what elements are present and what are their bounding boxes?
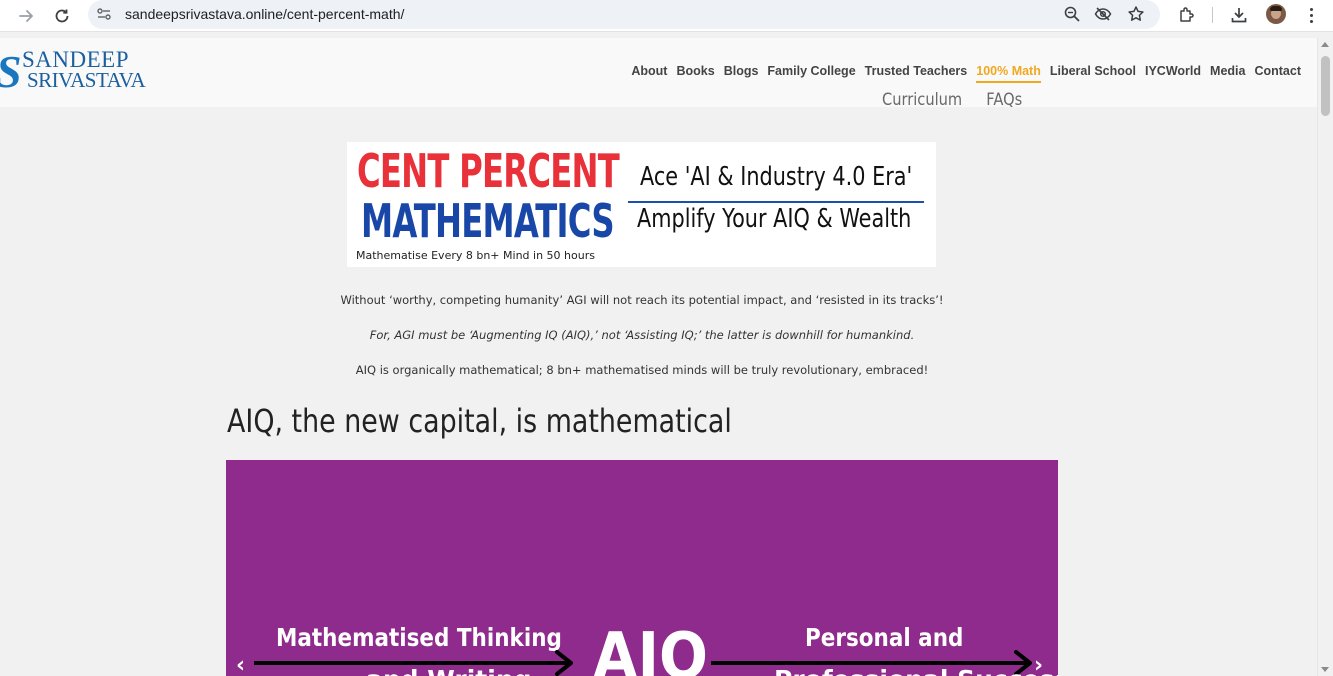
download-icon[interactable] xyxy=(1229,5,1249,25)
banner-title-line-1: CENT PERCENT xyxy=(357,144,620,198)
sub-nav: Curriculum FAQs xyxy=(882,90,1022,110)
banner-right-line-1: Ace 'AI & Industry 4.0 Era' xyxy=(640,162,913,192)
nav-books[interactable]: Books xyxy=(676,64,714,83)
nav-iycworld[interactable]: IYCWorld xyxy=(1145,64,1201,83)
aiq-slider: Mathematised Thinking and Writing AIQ Pe… xyxy=(226,460,1058,676)
slider-left-arrow-icon xyxy=(254,650,573,676)
nav-100-math[interactable]: 100% Math xyxy=(976,64,1041,83)
reload-icon[interactable] xyxy=(51,5,73,27)
nav-about[interactable]: About xyxy=(631,64,667,83)
page-scrollbar[interactable] xyxy=(1317,38,1333,676)
hero-banner: CENT PERCENT MATHEMATICS Mathematise Eve… xyxy=(347,142,936,267)
intro-paragraph-1: Without ‘worthy, competing humanity’ AGI… xyxy=(340,293,944,307)
slider-center-label: AIQ xyxy=(593,620,708,676)
intro-paragraph-2: For, AGI must be ‘Augmenting IQ (AIQ),’ … xyxy=(369,328,915,342)
intro-paragraph-3: AIQ is organically mathematical; 8 bn+ m… xyxy=(355,363,929,377)
slider-prev-icon[interactable]: ‹ xyxy=(236,655,245,676)
nav-liberal-school[interactable]: Liberal School xyxy=(1050,64,1136,83)
scroll-down-icon[interactable] xyxy=(1321,667,1329,672)
nav-trusted-teachers[interactable]: Trusted Teachers xyxy=(865,64,968,83)
nav-blogs[interactable]: Blogs xyxy=(724,64,759,83)
slider-left-label: Mathematised Thinking xyxy=(276,623,562,652)
scroll-thumb[interactable] xyxy=(1321,56,1330,116)
banner-tagline: Mathematise Every 8 bn+ Mind in 50 hours xyxy=(356,249,595,262)
url-text[interactable]: sandeepsrivastava.online/cent-percent-ma… xyxy=(125,6,404,22)
section-heading: AIQ, the new capital, is mathematical xyxy=(227,402,732,440)
browser-toolbar: sandeepsrivastava.online/cent-percent-ma… xyxy=(0,0,1333,32)
banner-divider xyxy=(628,201,924,203)
nav-contact[interactable]: Contact xyxy=(1254,64,1301,83)
profile-avatar[interactable] xyxy=(1266,4,1286,24)
zoom-icon[interactable] xyxy=(1063,5,1081,23)
toolbar-separator xyxy=(1212,7,1213,23)
slider-right-label-2: Professional Success xyxy=(774,665,1058,676)
banner-title-line-2: MATHEMATICS xyxy=(361,194,615,248)
avatar-hair xyxy=(1270,6,1282,11)
address-bar[interactable]: sandeepsrivastava.online/cent-percent-ma… xyxy=(88,0,1160,29)
nav-family-college[interactable]: Family College xyxy=(767,64,855,83)
subnav-faqs[interactable]: FAQs xyxy=(986,90,1022,110)
eye-off-icon[interactable] xyxy=(1094,5,1112,23)
main-nav: About Books Blogs Family College Trusted… xyxy=(631,64,1301,83)
extensions-icon[interactable] xyxy=(1177,5,1197,25)
logo-s-mark-icon: S xyxy=(0,49,22,95)
site-info-icon[interactable] xyxy=(96,6,112,22)
more-menu-icon[interactable] xyxy=(1304,5,1318,25)
bookmark-star-icon[interactable] xyxy=(1127,5,1145,23)
banner-right-line-2: Amplify Your AIQ & Wealth xyxy=(637,204,912,234)
nav-media[interactable]: Media xyxy=(1210,64,1245,83)
scroll-up-icon[interactable] xyxy=(1321,42,1329,47)
subnav-curriculum[interactable]: Curriculum xyxy=(882,90,962,110)
forward-icon[interactable] xyxy=(15,5,37,27)
slider-next-icon[interactable]: › xyxy=(1034,655,1043,676)
site-header: S SANDEEP SRIVASTAVA About Books Blogs F… xyxy=(0,38,1317,110)
slider-right-label: Personal and xyxy=(805,623,964,652)
logo-line-2: SRIVASTAVA xyxy=(27,68,146,92)
site-logo[interactable]: S SANDEEP SRIVASTAVA xyxy=(0,48,170,95)
